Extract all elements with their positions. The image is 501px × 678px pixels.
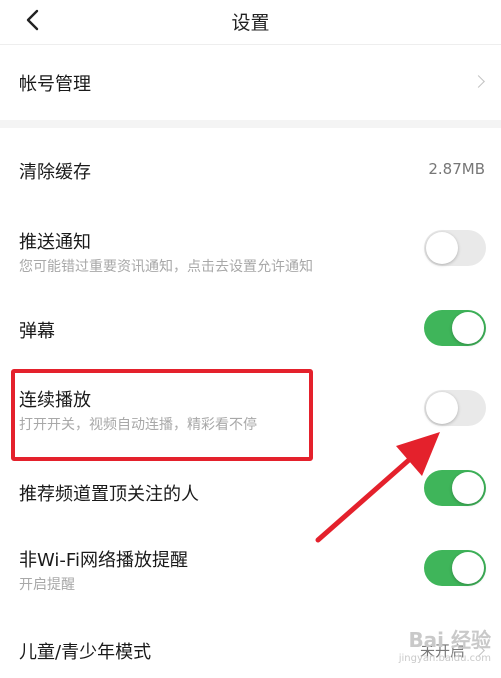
watermark-url: jingyan.baidu.com	[398, 653, 491, 664]
watermark: Bai 经验 jingyan.baidu.com	[399, 624, 491, 664]
arrow-annotation	[315, 432, 440, 543]
watermark-brand: Bai 经验	[408, 628, 491, 652]
